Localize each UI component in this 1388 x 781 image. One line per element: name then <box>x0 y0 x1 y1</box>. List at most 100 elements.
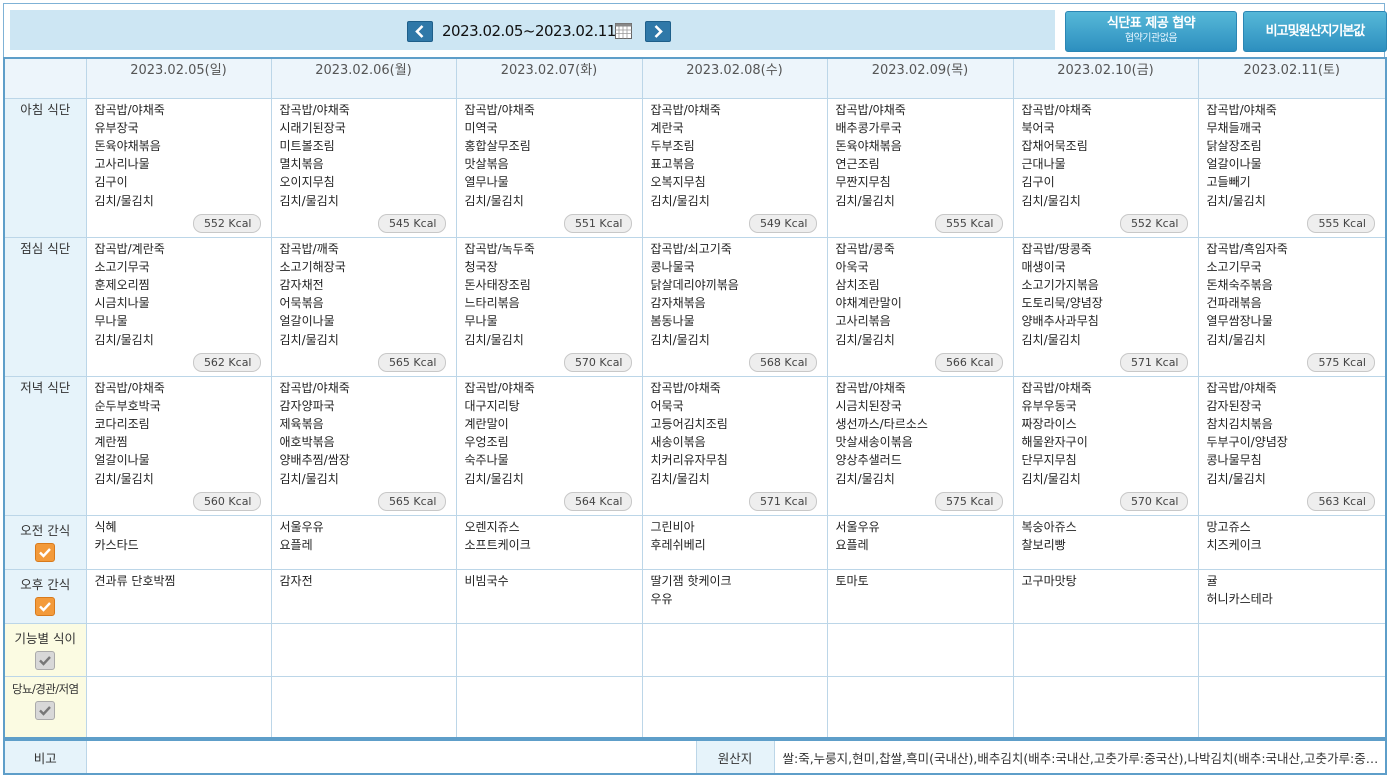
checkbox-icon[interactable] <box>35 596 56 616</box>
am-snack-label-cell: 오전 간식 <box>3 514 87 570</box>
menu-agreement-button[interactable]: 식단표 제공 협약 협약기관없음 <box>1065 11 1237 52</box>
remark-origin-default-button[interactable]: 비고및원산지기본값 <box>1243 11 1387 52</box>
menu-item: 얼갈이나물 <box>1206 157 1262 172</box>
breakfast-cell[interactable]: 잡곡밥/야채죽 계란국 두부조림 표고볶음 오복지무침 김치/물김치 549 Kcal <box>641 97 828 238</box>
pm-snack-cell[interactable]: 귤 허니카스테라 <box>1197 568 1387 624</box>
am-snack-cell[interactable]: 오렌지쥬스 소프트케이크 <box>455 514 643 570</box>
dinner-cell[interactable]: 잡곡밥/야채죽 순두부호박국 코다리조림 계란찜 얼갈이나물 김치/물김치 560 Kcal <box>85 375 272 516</box>
kcal-badge: 563 Kcal <box>1307 491 1375 511</box>
meal-items: 잡곡밥/야채죽 시래기된장국 미트볼조림 멸치볶음 오이지무침 김치/물김치 545 Kca… <box>272 99 456 237</box>
checkbox-icon[interactable] <box>35 650 56 670</box>
menu-item: 잡곡밥/녹두죽 <box>464 241 535 256</box>
am-snack-cell[interactable]: 그린비아 후레쉬베리 <box>641 514 828 570</box>
dinner-cell[interactable]: 잡곡밥/야채죽 유부우동국 짜장라이스 해물완자구이 단무지무침 김치/물김치 570 Kc… <box>1012 375 1199 516</box>
functional-diet-cell[interactable] <box>270 622 457 677</box>
meal-items: 잡곡밥/야채죽 감자양파국 제육볶음 애호박볶음 양배추찜/쌈장 김치/물김치 565 Kc… <box>272 377 456 515</box>
dinner-cell[interactable]: 잡곡밥/야채죽 어묵국 고등어김치조림 새송이볶음 치커리유자무침 김치/물김치 571 K… <box>641 375 828 516</box>
pm-snack-cell[interactable]: 견과류 단호박찜 <box>85 568 272 624</box>
kcal-badge: 575 Kcal <box>934 491 1003 511</box>
functional-diet-cell[interactable] <box>641 622 828 677</box>
snack-item: 후레쉬베리 <box>650 537 706 552</box>
calendar-icon[interactable] <box>615 23 632 39</box>
functional-diet-cell[interactable] <box>455 622 643 677</box>
day-header-sun: 2023.02.05(일) <box>85 57 272 99</box>
snack-item: 식혜 <box>94 519 117 534</box>
menu-item: 미트볼조림 <box>279 138 335 153</box>
pm-snack-cell[interactable]: 비빔국수 <box>455 568 643 624</box>
menu-item: 소고기무국 <box>1206 259 1262 274</box>
dinner-cell[interactable]: 잡곡밥/야채죽 대구지리탕 계란말이 우엉조림 숙주나물 김치/물김치 564 Kcal <box>455 375 643 516</box>
pm-snack-cell[interactable]: 감자전 <box>270 568 457 624</box>
lunch-cell[interactable]: 잡곡밥/계란죽 소고기무국 훈제오리찜 시금치나물 무나물 김치/물김치 562 Kcal <box>85 236 272 377</box>
checkbox-icon[interactable] <box>35 542 56 562</box>
snack-item: 치즈케이크 <box>1206 537 1262 552</box>
dinner-cell[interactable]: 잡곡밥/야채죽 감자양파국 제육볶음 애호박볶음 양배추찜/쌈장 김치/물김치 565 Kc… <box>270 375 457 516</box>
dinner-cell[interactable]: 잡곡밥/야채죽 시금치된장국 생선까스/타르소스 맛살새송이볶음 양상추샐러드 김치/물김… <box>826 375 1014 516</box>
pm-snack-label: 오후 간식 <box>20 576 71 592</box>
lunch-label: 점심 식단 <box>3 236 87 377</box>
breakfast-cell[interactable]: 잡곡밥/야채죽 유부장국 돈육야채볶음 고사리나물 김구이 김치/물김치 552 Kcal <box>85 97 272 238</box>
breakfast-cell[interactable]: 잡곡밥/야채죽 북어국 잡채어묵조림 근대나물 김구이 김치/물김치 552 Kcal <box>1012 97 1199 238</box>
special-diet-cell[interactable] <box>641 675 828 739</box>
menu-item: 김치/물김치 <box>835 471 895 486</box>
dinner-cell[interactable]: 잡곡밥/야채죽 감자된장국 참치김치볶음 두부구이/양념장 콩나물무침 김치/물김치 563… <box>1197 375 1387 516</box>
pm-snack-cell[interactable]: 고구마맛탕 <box>1012 568 1199 624</box>
menu-item: 잡곡밥/야채죽 <box>279 102 350 117</box>
menu-item: 김치/물김치 <box>94 332 154 347</box>
menu-item: 김치/물김치 <box>279 193 339 208</box>
remark-origin-table: 비고 원산지 쌀:죽,누룽지,현미,찹쌀,흑미(국내산),배추김치(배추:국내산… <box>3 739 1387 775</box>
special-diet-cell[interactable] <box>85 675 272 739</box>
lunch-cell[interactable]: 잡곡밥/흑임자죽 소고기무국 돈채숙주볶음 건파래볶음 열무쌈장나물 김치/물김치 575 … <box>1197 236 1387 377</box>
menu-item: 시래기된장국 <box>279 120 346 135</box>
am-snack-cell[interactable]: 서울우유 요플레 <box>270 514 457 570</box>
snack-items: 식혜 카스타드 <box>87 516 271 554</box>
breakfast-cell[interactable]: 잡곡밥/야채죽 시래기된장국 미트볼조림 멸치볶음 오이지무침 김치/물김치 545 Kca… <box>270 97 457 238</box>
am-snack-cell[interactable]: 서울우유 요플레 <box>826 514 1014 570</box>
prev-week-button[interactable] <box>407 21 433 42</box>
menu-item: 도토리묵/양념장 <box>1021 296 1103 311</box>
menu-item: 두부조림 <box>650 138 695 153</box>
menu-item: 오복지무침 <box>650 175 706 190</box>
am-snack-cell[interactable]: 복숭아쥬스 찰보리빵 <box>1012 514 1199 570</box>
special-diet-cell[interactable] <box>455 675 643 739</box>
functional-diet-cell[interactable] <box>85 622 272 677</box>
pm-snack-cell[interactable]: 딸기잼 핫케이크 우유 <box>641 568 828 624</box>
am-snack-cell[interactable]: 식혜 카스타드 <box>85 514 272 570</box>
functional-diet-cell[interactable] <box>1197 622 1387 677</box>
menu-item: 고사리나물 <box>94 157 150 172</box>
menu-item: 돈사태장조림 <box>464 277 531 292</box>
lunch-cell[interactable]: 잡곡밥/땅콩죽 매생이국 소고기가지볶음 도토리묵/양념장 양배추사과무침 김치/물김치 5… <box>1012 236 1199 377</box>
lunch-cell[interactable]: 잡곡밥/콩죽 아욱국 삼치조림 야채계란말이 고사리볶음 김치/물김치 566 Kcal <box>826 236 1014 377</box>
breakfast-cell[interactable]: 잡곡밥/야채죽 미역국 홍합살무조림 맛살볶음 열무나물 김치/물김치 551 Kcal <box>455 97 643 238</box>
special-diet-cell[interactable] <box>1012 675 1199 739</box>
special-diet-cell[interactable] <box>1197 675 1387 739</box>
next-week-button[interactable] <box>645 21 671 42</box>
checkbox-icon[interactable] <box>35 700 56 720</box>
snack-item: 오렌지쥬스 <box>464 519 520 534</box>
breakfast-cell[interactable]: 잡곡밥/야채죽 배추콩가루국 돈육야채볶음 연근조림 무짠지무침 김치/물김치 555 Kc… <box>826 97 1014 238</box>
special-diet-cell[interactable] <box>270 675 457 739</box>
kcal-badge: 560 Kcal <box>192 491 261 511</box>
lunch-cell[interactable]: 잡곡밥/쇠고기죽 콩나물국 닭살데리야끼볶음 감자채볶음 봄동나물 김치/물김치 568 K… <box>641 236 828 377</box>
special-diet-label: 당뇨/경관/저염 <box>12 681 79 696</box>
kcal-badge: 575 Kcal <box>1307 352 1375 372</box>
am-snack-cell[interactable]: 망고쥬스 치즈케이크 <box>1197 514 1387 570</box>
snack-item: 비빔국수 <box>464 573 509 588</box>
menu-item: 돈채숙주볶음 <box>1206 277 1273 292</box>
menu-item: 고들빼기 <box>1206 175 1251 190</box>
remark-field[interactable] <box>85 739 697 775</box>
lunch-cell[interactable]: 잡곡밥/녹두죽 청국장 돈사태장조림 느타리볶음 무나물 김치/물김치 570 Kcal <box>455 236 643 377</box>
menu-item: 고등어김치조림 <box>650 416 728 431</box>
functional-diet-cell[interactable] <box>1012 622 1199 677</box>
menu-item: 잡곡밥/야채죽 <box>650 380 721 395</box>
lunch-cell[interactable]: 잡곡밥/깨죽 소고기해장국 감자채전 어묵볶음 얼갈이나물 김치/물김치 565 Kcal <box>270 236 457 377</box>
functional-diet-cell[interactable] <box>826 622 1014 677</box>
menu-item: 김치/물김치 <box>1021 332 1081 347</box>
menu-item: 김구이 <box>94 175 128 190</box>
breakfast-cell[interactable]: 잡곡밥/야채죽 무채들깨국 닭살장조림 얼갈이나물 고들빼기 김치/물김치 555 Kcal <box>1197 97 1387 238</box>
menu-item: 대구지리탕 <box>464 398 520 413</box>
pm-snack-cell[interactable]: 토마토 <box>826 568 1014 624</box>
origin-field[interactable]: 쌀:죽,누룽지,현미,찹쌀,흑미(국내산),배추김치(배추:국내산,고춧가루:중… <box>773 739 1387 775</box>
day-header-thu: 2023.02.09(목) <box>826 57 1014 99</box>
special-diet-cell[interactable] <box>826 675 1014 739</box>
